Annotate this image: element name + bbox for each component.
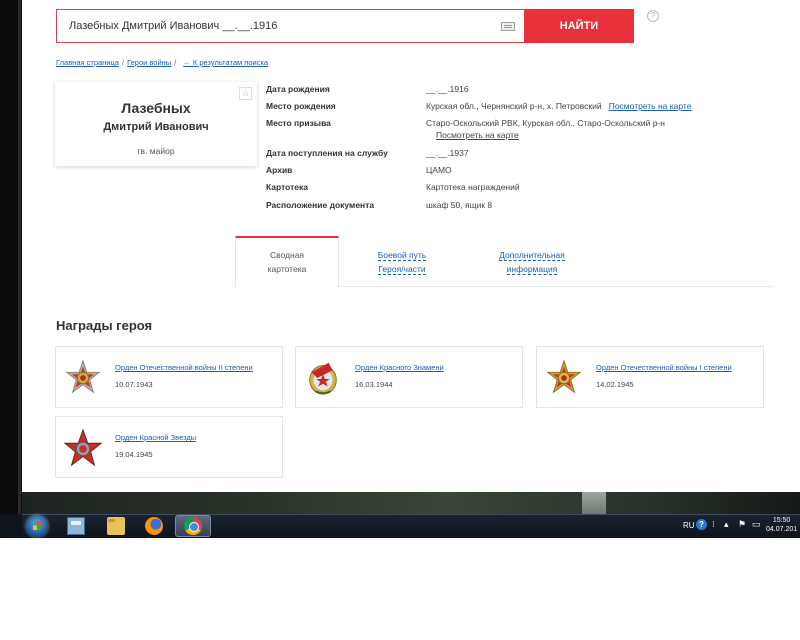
award-card[interactable]: Орден Красной Звезды 19.04.1945 — [55, 416, 283, 478]
info-label: Место призыва — [266, 118, 331, 128]
info-label: Дата рождения — [266, 84, 330, 94]
tray-signal-icon[interactable]: ⁝ — [712, 519, 715, 530]
tray-expand-icon[interactable]: ▴ — [724, 519, 729, 530]
awards-title: Награды героя — [56, 318, 153, 333]
map-link[interactable]: Посмотреть на карте — [436, 130, 519, 140]
info-value: __.__.1937 — [426, 148, 469, 158]
firefox-icon[interactable] — [145, 517, 163, 535]
tab-label-line: картотека — [267, 264, 307, 274]
award-name[interactable]: Орден Отечественной войны I степени — [596, 363, 732, 372]
order-patriotic-war-2-icon — [65, 359, 101, 394]
language-indicator[interactable]: RU — [683, 521, 695, 545]
award-date: 14.02.1945 — [596, 380, 634, 389]
award-name[interactable]: Орден Красного Знамени — [355, 363, 444, 372]
browser-page: Лазебных Дмитрий Иванович __.__.1916 НАЙ… — [22, 0, 800, 492]
hero-surname: Лазебных — [121, 100, 191, 116]
desktop-wallpaper — [22, 492, 800, 514]
info-value: Картотека награждений — [426, 182, 520, 192]
window-left-edge — [0, 0, 22, 538]
award-name[interactable]: Орден Отечественной войны II степени — [115, 363, 253, 372]
tab-battle-path[interactable]: Боевой путь Героя/части — [352, 248, 452, 276]
keyboard-icon[interactable] — [501, 22, 515, 31]
action-center-flag-icon[interactable]: ⚑ — [738, 519, 746, 530]
clock-date: 04.07.201 — [766, 526, 798, 533]
award-date: 16.03.1944 — [355, 380, 393, 389]
info-label: Место рождения — [266, 101, 336, 111]
breadcrumb-home[interactable]: Главная страница — [56, 58, 119, 67]
tab-label-line: Дополнительная — [499, 250, 565, 261]
breadcrumb: Главная страница / Герои войны / ← К результ… — [56, 58, 268, 67]
file-explorer-icon[interactable] — [107, 517, 125, 535]
award-card[interactable]: Орден Красного Знамени 16.03.1944 — [295, 346, 523, 408]
tray-help-icon[interactable]: ? — [696, 519, 707, 530]
favorite-star-icon[interactable]: ☆ — [239, 87, 252, 100]
taskbar-edge — [0, 514, 22, 538]
search-button[interactable]: НАЙТИ — [524, 9, 634, 43]
breadcrumb-heroes[interactable]: Герои войны — [127, 58, 171, 67]
order-patriotic-war-1-icon — [546, 359, 582, 394]
tab-additional-info[interactable]: Дополнительная информация — [477, 248, 587, 276]
taskbar-clock[interactable]: 15:50 04.07.201 — [766, 516, 797, 534]
search-bar: Лазебных Дмитрий Иванович __.__.1916 НАЙ… — [56, 9, 634, 43]
tab-summary-card-label[interactable]: Сводная картотека — [235, 248, 339, 276]
tab-label-line: Героя/части — [378, 264, 426, 275]
network-icon[interactable]: ▭ — [752, 519, 761, 530]
info-value: Старо-Оскольский РВК, Курская обл., Стар… — [426, 118, 665, 128]
info-label: Расположение документа — [266, 200, 375, 210]
back-to-results-link[interactable]: ← К результатам поиска — [183, 58, 268, 67]
award-name[interactable]: Орден Красной Звезды — [115, 433, 196, 442]
calculator-icon[interactable] — [67, 517, 85, 535]
hero-names: Дмитрий Иванович — [103, 121, 209, 133]
tab-label-line: информация — [506, 264, 558, 275]
clock-time: 15:50 — [772, 517, 791, 524]
info-value: Курская обл., Чернянский р-н, х. Петровс… — [426, 101, 691, 111]
breadcrumb-separator: / — [121, 58, 125, 67]
info-value: __.__.1916 — [426, 84, 469, 94]
info-label: Архив — [266, 165, 293, 175]
chrome-icon[interactable] — [184, 517, 202, 535]
search-input[interactable]: Лазебных Дмитрий Иванович __.__.1916 — [56, 9, 524, 43]
order-red-banner-icon — [309, 362, 337, 395]
tab-label-line: Боевой путь — [377, 250, 427, 261]
award-card[interactable]: Орден Отечественной войны I степени 14.0… — [536, 346, 764, 408]
tab-label-line: Сводная — [269, 250, 305, 260]
award-date: 10.07.1943 — [115, 380, 153, 389]
screen: Лазебных Дмитрий Иванович __.__.1916 НАЙ… — [0, 0, 800, 640]
breadcrumb-separator: / — [174, 58, 177, 67]
info-value: ЦАМО — [426, 165, 452, 175]
award-date: 19.04.1945 — [115, 450, 153, 459]
map-link[interactable]: Посмотреть на карте — [609, 101, 692, 111]
info-label: Дата поступления на службу — [266, 148, 388, 158]
info-value: шкаф 50, ящик 8 — [426, 200, 493, 210]
order-red-star-icon — [64, 429, 102, 467]
info-value-text: Курская обл., Чернянский р-н, х. Петровс… — [426, 101, 602, 111]
hero-rank: гв. майор — [137, 146, 175, 156]
help-icon[interactable]: ? — [647, 10, 659, 22]
info-label: Картотека — [266, 182, 309, 192]
hero-card: ☆ Лазебных Дмитрий Иванович гв. майор — [55, 82, 257, 166]
award-card[interactable]: Орден Отечественной войны II степени 10.… — [55, 346, 283, 408]
start-button-icon[interactable] — [26, 515, 48, 537]
search-query: Лазебных Дмитрий Иванович __.__.1916 — [69, 20, 278, 32]
